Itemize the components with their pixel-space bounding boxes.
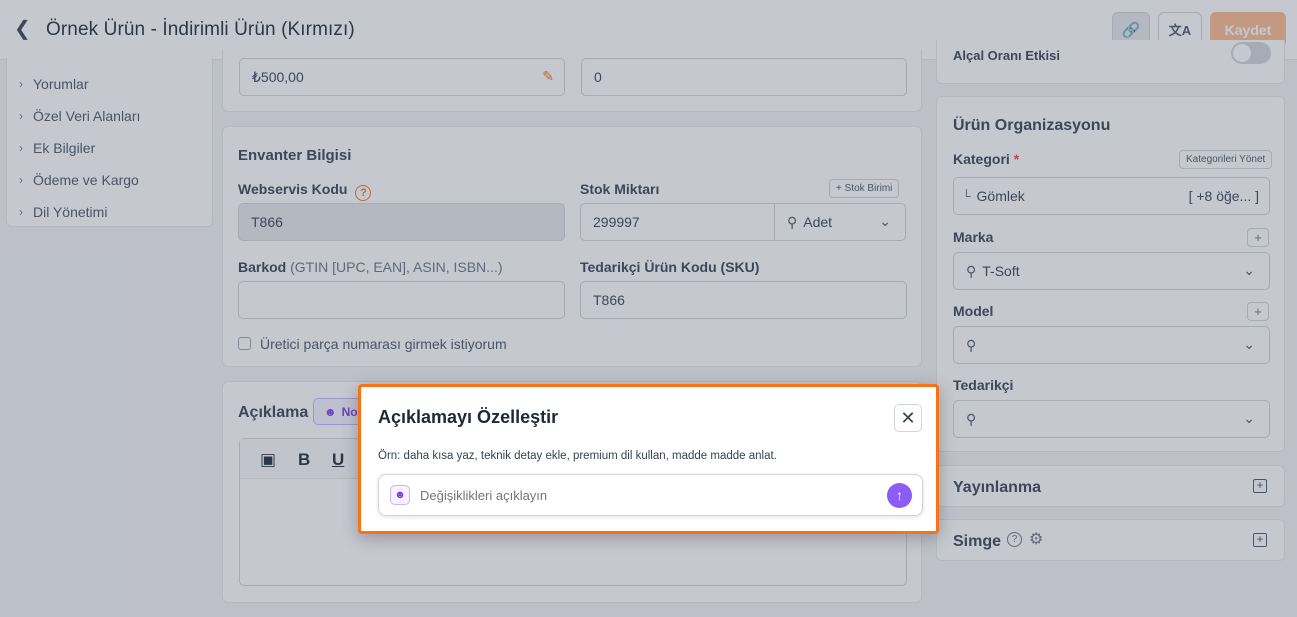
customize-description-modal: Açıklamayı Özelleştir ✕ Örn: daha kısa y… — [358, 384, 939, 534]
arrow-up-icon: ↑ — [896, 487, 903, 503]
change-description-field: ☻ ↑ — [378, 474, 923, 516]
robot-icon: ☻ — [390, 485, 410, 505]
modal-hint: Örn: daha kısa yaz, teknik detay ekle, p… — [378, 450, 777, 462]
modal-title: Açıklamayı Özelleştir — [378, 407, 559, 427]
change-description-input[interactable] — [420, 487, 887, 503]
close-button[interactable]: ✕ — [894, 404, 922, 432]
close-icon: ✕ — [900, 407, 916, 428]
send-button[interactable]: ↑ — [887, 482, 912, 508]
